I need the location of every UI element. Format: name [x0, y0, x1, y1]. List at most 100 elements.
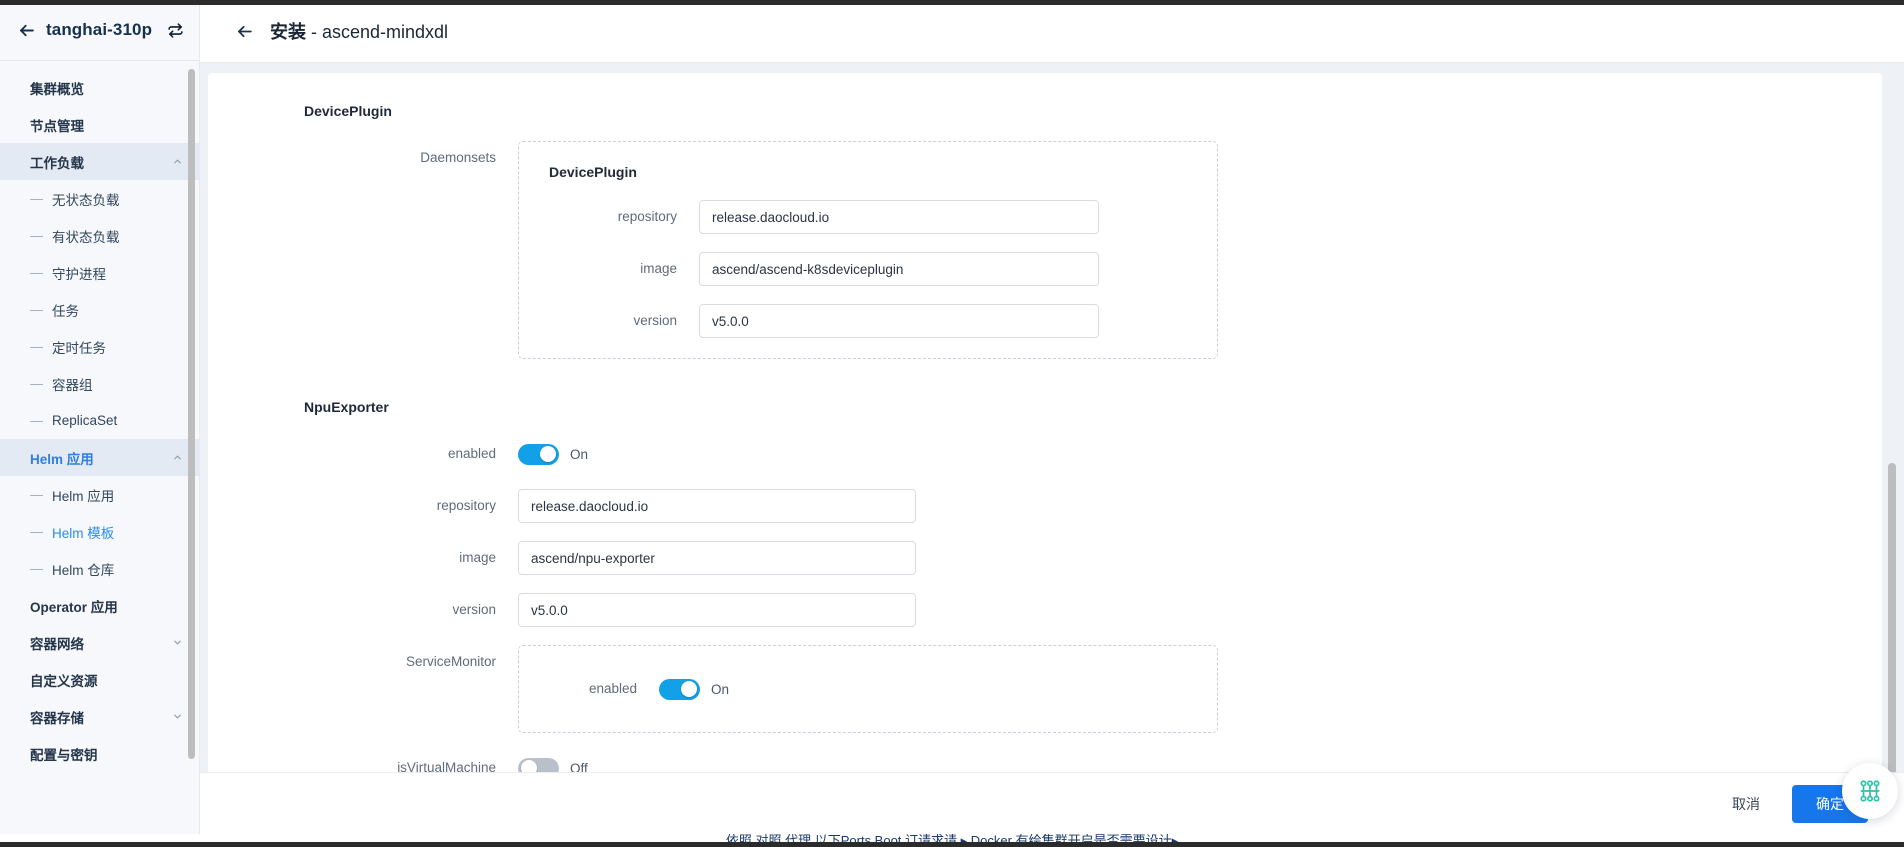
npu-image-input[interactable] — [518, 541, 916, 575]
form-row-sm-enabled: enabled On — [519, 672, 1217, 706]
sidebar-item-operator-apps[interactable]: Operator 应用 — [0, 587, 199, 624]
dp-version-input[interactable] — [699, 304, 1099, 338]
sidebar-item-jobs[interactable]: — 任务 — [0, 291, 199, 328]
sidebar-item-label: Operator 应用 — [30, 599, 118, 615]
chevron-up-icon — [171, 156, 183, 168]
sidebar-item-replicaset[interactable]: — ReplicaSet — [0, 402, 199, 439]
sidebar-group-label: 容器存储 — [30, 710, 84, 726]
page-title-rest: - ascend-mindxdl — [306, 22, 449, 42]
sidebar-item-label: ReplicaSet — [52, 413, 118, 428]
sidebar-item-label: 无状态负载 — [52, 192, 120, 208]
cluster-name: tanghai-310p — [46, 20, 153, 39]
field-label-repository: repository — [617, 209, 677, 224]
circuit-assistant-icon[interactable] — [1842, 763, 1898, 819]
sidebar-item-cronjobs[interactable]: — 定时任务 — [0, 328, 199, 365]
sidebar-item-label: Helm 模板 — [52, 525, 115, 541]
npu-version-input[interactable] — [518, 593, 916, 627]
group-box-title-deviceplugin: DevicePlugin — [549, 164, 637, 180]
field-label-image: image — [640, 261, 677, 276]
sidebar-group-label: Helm 应用 — [30, 451, 94, 467]
form-row-dp-version: version — [519, 304, 1217, 338]
sidebar-item-pods[interactable]: — 容器组 — [0, 365, 199, 402]
dash-marker: — — [30, 376, 43, 391]
sidebar-item-label: 配置与密钥 — [30, 747, 98, 763]
content-area: DevicePlugin Daemonsets DevicePlugin rep… — [200, 63, 1904, 847]
sidebar-item-node-management[interactable]: 节点管理 — [0, 106, 199, 143]
npu-enabled-state: On — [570, 446, 589, 462]
npu-repository-input[interactable] — [518, 489, 916, 523]
sidebar-group-container-storage[interactable]: 容器存储 — [0, 698, 199, 735]
install-form: DevicePlugin Daemonsets DevicePlugin rep… — [208, 73, 1882, 847]
field-label-repository: repository — [436, 498, 496, 513]
sidebar-group-label: 工作负载 — [30, 155, 84, 171]
dash-marker: — — [30, 302, 43, 317]
sm-enabled-toggle-wrap: On — [659, 672, 729, 706]
chevron-down-icon — [171, 711, 183, 723]
arrow-left-icon[interactable] — [16, 20, 36, 40]
form-row-dp-repository: repository — [519, 200, 1217, 234]
sidebar-item-configs-secrets[interactable]: 配置与密钥 — [0, 735, 199, 772]
sidebar-item-statefulsets[interactable]: — 有状态负载 — [0, 217, 199, 254]
sidebar-item-label: 容器组 — [52, 377, 93, 393]
sidebar-item-label: 有状态负载 — [52, 229, 120, 245]
chevron-down-icon — [171, 637, 183, 649]
sidebar-scrollbar-track[interactable] — [188, 61, 197, 847]
chevron-up-icon — [171, 452, 183, 464]
field-label-daemonsets: Daemonsets — [420, 150, 496, 165]
sidebar-group-helm-apps[interactable]: Helm 应用 — [0, 439, 199, 476]
sidebar-item-helm-repo[interactable]: — Helm 仓库 — [0, 550, 199, 587]
form-row-npu-version: version — [208, 593, 1882, 627]
field-label-servicemonitor: ServiceMonitor — [405, 654, 496, 669]
sidebar-scrollbar-thumb[interactable] — [188, 69, 195, 759]
field-label-enabled: enabled — [588, 681, 637, 696]
arrow-left-icon[interactable] — [234, 21, 254, 41]
sidebar-item-label: Helm 应用 — [52, 488, 115, 504]
sidebar-nav: 集群概览 节点管理 工作负载 — 无状态负载 — 有状态负载 — 守护进程 — … — [0, 61, 199, 847]
sm-enabled-state: On — [711, 681, 730, 697]
sidebar-item-daemonsets[interactable]: — 守护进程 — [0, 254, 199, 291]
form-row-npu-image: image — [208, 541, 1882, 575]
sidebar-item-custom-resources[interactable]: 自定义资源 — [0, 661, 199, 698]
npu-enabled-toggle-wrap: On — [518, 437, 588, 471]
form-row-servicemonitor: ServiceMonitor enabled On — [208, 645, 1882, 733]
window-bottom-edge — [0, 842, 1904, 847]
page-header: 安装 - ascend-mindxdl — [200, 0, 1904, 63]
section-title-npuexporter: NpuExporter — [304, 399, 389, 415]
field-label-version: version — [452, 602, 496, 617]
field-label-enabled: enabled — [447, 446, 496, 461]
form-row-daemonsets: Daemonsets DevicePlugin repository image — [208, 141, 1882, 359]
app-root: tanghai-310p 集群概览 节点管理 工作负载 — 无状态负载 — 有状… — [0, 0, 1904, 847]
sidebar-item-label: 自定义资源 — [30, 673, 98, 689]
sidebar-item-label: 守护进程 — [52, 266, 106, 282]
field-label-version: version — [633, 313, 677, 328]
servicemonitor-enabled-toggle[interactable] — [659, 678, 700, 700]
page-title-prefix: 安装 — [270, 22, 306, 42]
sidebar: tanghai-310p 集群概览 节点管理 工作负载 — 无状态负载 — 有状… — [0, 0, 200, 847]
dash-marker: — — [30, 561, 43, 576]
sidebar-item-helm-template[interactable]: — Helm 模板 — [0, 513, 199, 550]
dash-marker: — — [30, 413, 43, 428]
sidebar-item-deployments[interactable]: — 无状态负载 — [0, 180, 199, 217]
dash-marker: — — [30, 487, 43, 502]
dp-image-input[interactable] — [699, 252, 1099, 286]
servicemonitor-group-box: enabled On — [518, 645, 1218, 733]
dash-marker: — — [30, 265, 43, 280]
sidebar-item-helm-app[interactable]: — Helm 应用 — [0, 476, 199, 513]
dash-marker: — — [30, 191, 43, 206]
toggle-knob — [681, 681, 697, 697]
section-title-deviceplugin: DevicePlugin — [304, 103, 392, 119]
form-action-bar: 取消 确定 — [200, 772, 1904, 834]
content-scrollbar-thumb[interactable] — [1888, 463, 1896, 813]
npu-enabled-toggle[interactable] — [518, 443, 559, 465]
sidebar-group-label: 容器网络 — [30, 636, 84, 652]
cancel-button[interactable]: 取消 — [1726, 786, 1766, 822]
daemonsets-group-box: DevicePlugin repository image version — [518, 141, 1218, 359]
sidebar-group-workloads[interactable]: 工作负载 — [0, 143, 199, 180]
sync-icon[interactable] — [165, 20, 185, 40]
sidebar-item-label: Helm 仓库 — [52, 562, 115, 578]
dp-repository-input[interactable] — [699, 200, 1099, 234]
sidebar-group-container-network[interactable]: 容器网络 — [0, 624, 199, 661]
sidebar-item-cluster-overview[interactable]: 集群概览 — [0, 69, 199, 106]
form-row-npu-enabled: enabled On — [208, 437, 1882, 471]
toggle-knob — [540, 446, 556, 462]
